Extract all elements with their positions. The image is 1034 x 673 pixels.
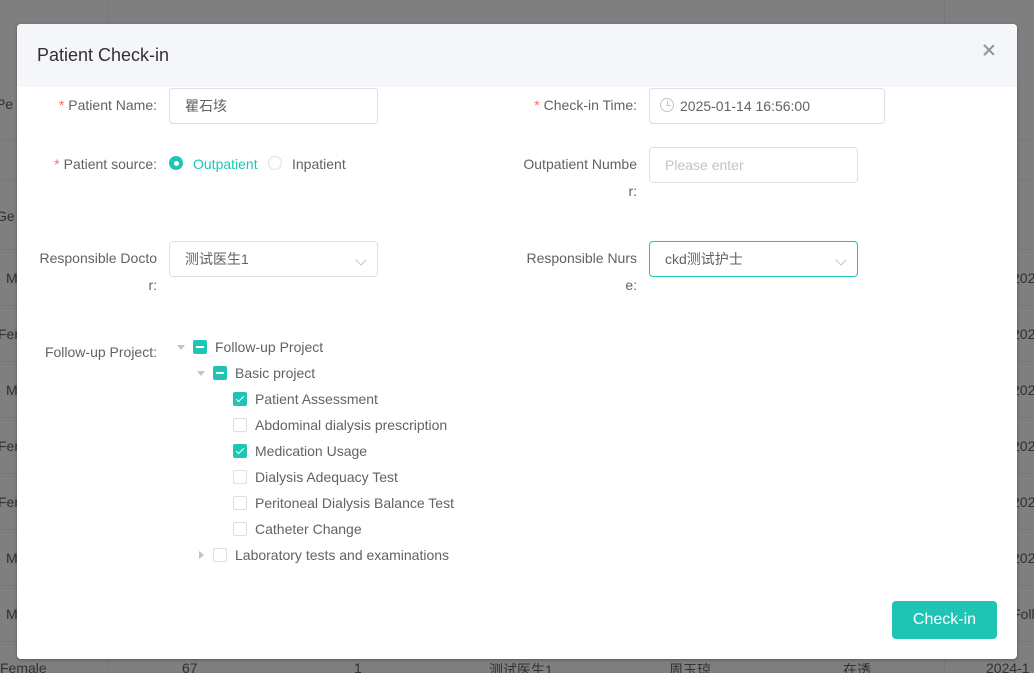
chevron-down-icon bbox=[355, 254, 367, 266]
radio-dot bbox=[268, 156, 282, 171]
tree-item-peritoneal-balance[interactable]: Peritoneal Dialysis Balance Test bbox=[217, 490, 517, 516]
checkbox[interactable] bbox=[213, 548, 227, 562]
patient-source-label: * Patient source: bbox=[54, 156, 157, 172]
tree-item-medication-usage[interactable]: Medication Usage bbox=[217, 438, 517, 464]
responsible-doctor-select[interactable]: 测试医生1 bbox=[169, 241, 378, 277]
responsible-nurse-select[interactable]: ckd测试护士 bbox=[649, 241, 858, 277]
tree-item-dialysis-adequacy[interactable]: Dialysis Adequacy Test bbox=[217, 464, 517, 490]
caret-down-icon[interactable] bbox=[177, 345, 185, 350]
radio-outpatient[interactable]: Outpatient bbox=[169, 154, 258, 174]
tree-item-patient-assessment[interactable]: Patient Assessment bbox=[217, 386, 517, 412]
radio-inpatient[interactable]: Inpatient bbox=[268, 154, 346, 174]
checkbox[interactable] bbox=[213, 366, 227, 380]
close-icon[interactable] bbox=[981, 42, 997, 58]
checkin-button[interactable]: Check-in bbox=[892, 601, 997, 639]
responsible-doctor-label: Responsible Docto r: bbox=[39, 250, 157, 293]
tree-node-basic[interactable]: Basic project bbox=[197, 360, 497, 386]
patient-name-label: * Patient Name: bbox=[58, 97, 157, 113]
radio-dot bbox=[169, 156, 183, 171]
checkin-time-label: * Check-in Time: bbox=[534, 97, 637, 113]
tree-item-abdominal-dialysis[interactable]: Abdominal dialysis prescription bbox=[217, 412, 517, 438]
checkin-time-picker[interactable]: 2025-01-14 16:56:00 bbox=[649, 88, 885, 124]
chevron-down-icon bbox=[835, 254, 847, 266]
outpatient-number-input[interactable]: Please enter bbox=[649, 147, 858, 183]
checkbox[interactable] bbox=[233, 470, 247, 484]
clock-icon bbox=[660, 98, 674, 112]
checkbox[interactable] bbox=[233, 418, 247, 432]
tree-node-laboratory[interactable]: Laboratory tests and examinations bbox=[197, 542, 497, 568]
checkbox[interactable] bbox=[233, 522, 247, 536]
checkbox[interactable] bbox=[233, 496, 247, 510]
tree-item-catheter-change[interactable]: Catheter Change bbox=[217, 516, 517, 542]
dialog-header: Patient Check-in bbox=[17, 24, 1017, 87]
checkbox[interactable] bbox=[233, 444, 247, 458]
dialog-title: Patient Check-in bbox=[37, 45, 170, 65]
caret-right-icon[interactable] bbox=[199, 551, 204, 559]
checkin-dialog: Patient Check-in * Patient Name: 瞿石垓 * Che… bbox=[17, 24, 1017, 659]
patient-name-input[interactable]: 瞿石垓 bbox=[169, 88, 378, 124]
tree-node-root[interactable]: Follow-up Project bbox=[177, 334, 477, 360]
outpatient-number-label: Outpatient Numbe r: bbox=[523, 156, 637, 199]
checkbox[interactable] bbox=[233, 392, 247, 406]
caret-down-icon[interactable] bbox=[197, 371, 205, 376]
followup-label: Follow-up Project: bbox=[44, 344, 157, 360]
checkbox[interactable] bbox=[193, 340, 207, 354]
responsible-nurse-label: Responsible Nurs e: bbox=[526, 250, 638, 293]
